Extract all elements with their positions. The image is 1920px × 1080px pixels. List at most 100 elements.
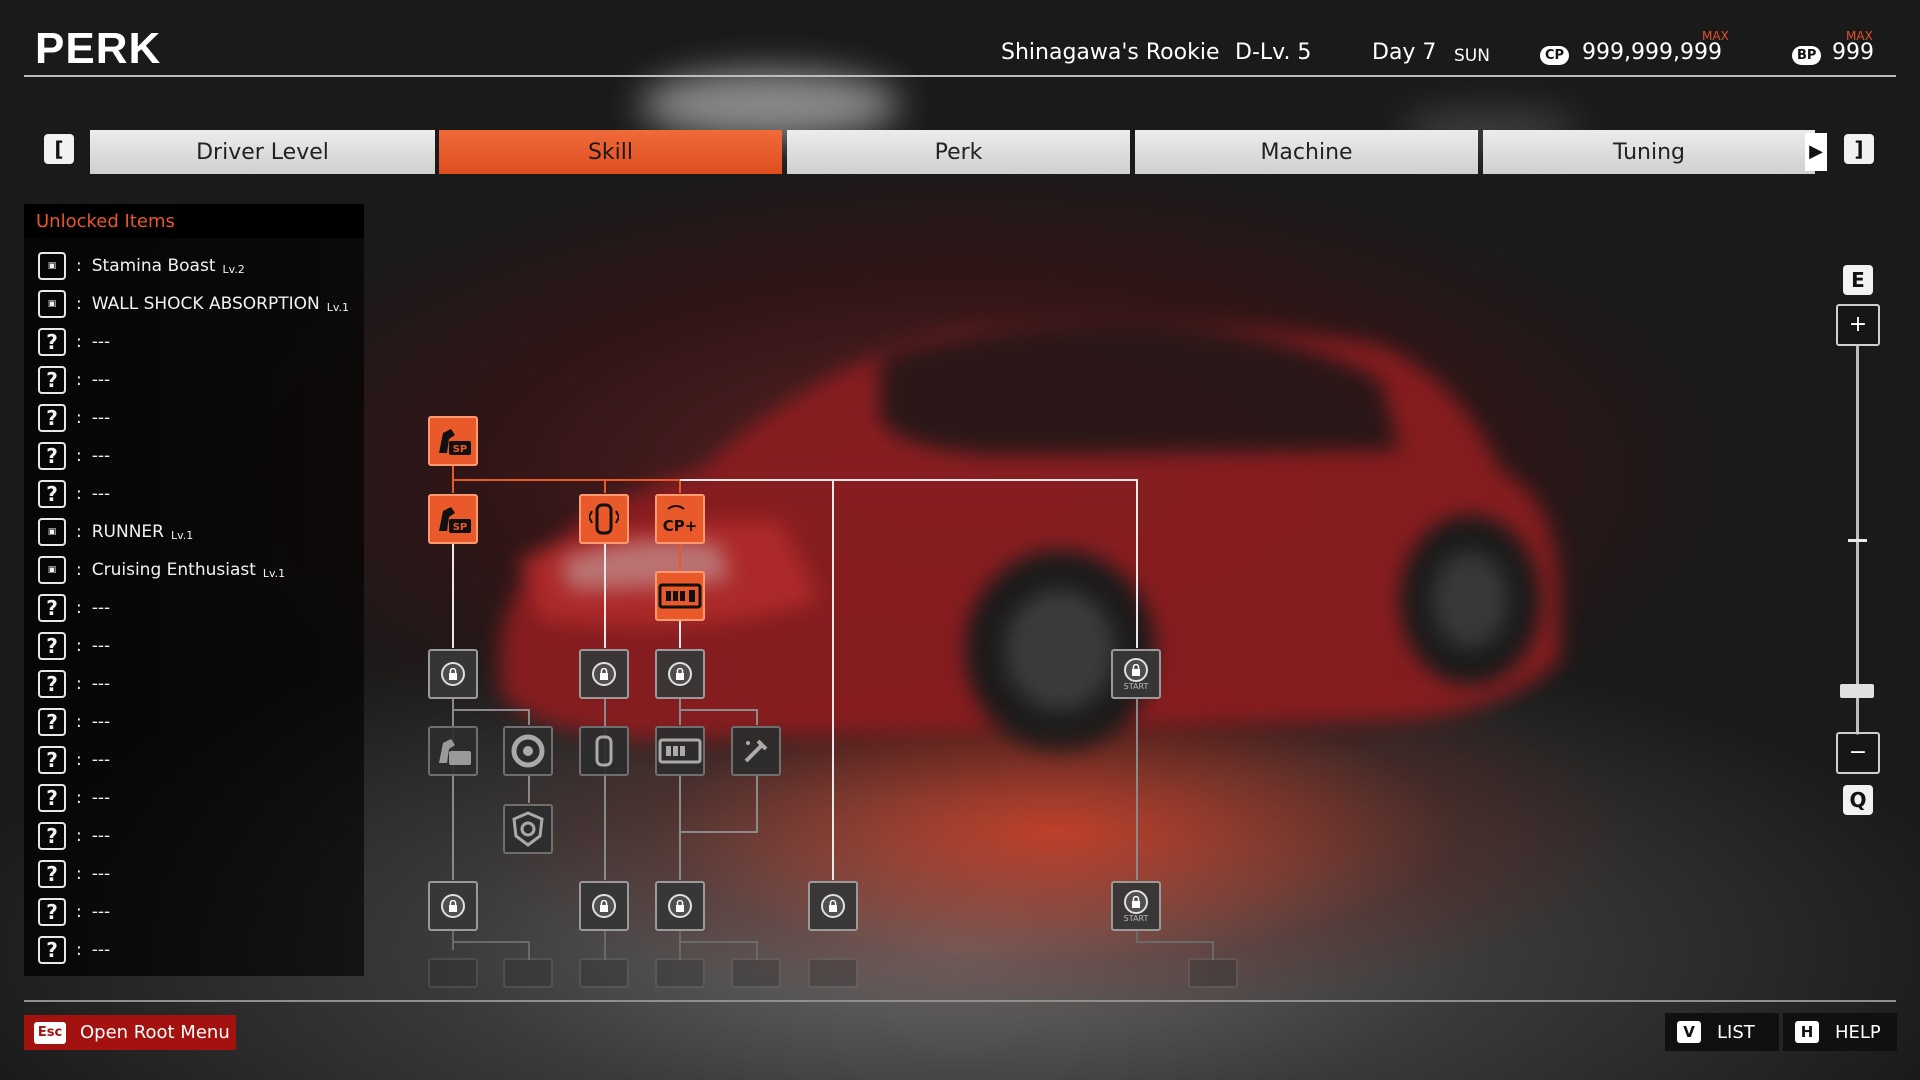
unlocked-item[interactable]: ?: --- — [38, 784, 358, 812]
unlocked-item[interactable]: ▣: Cruising Enthusiast Lv.1 — [38, 556, 358, 584]
tab-skill[interactable]: Skill — [439, 130, 782, 174]
skill-node-locked-shock[interactable] — [579, 649, 629, 699]
car-shock-icon — [589, 503, 619, 535]
zoom-out-button[interactable]: − — [1836, 732, 1880, 774]
help-label: HELP — [1835, 1021, 1881, 1043]
skill-node-stamina-sp[interactable]: SP — [428, 494, 478, 544]
item-separator: : — [76, 484, 82, 504]
item-separator: : — [76, 712, 82, 732]
weekday: SUN — [1454, 46, 1490, 66]
question-icon: ? — [38, 898, 66, 926]
cp-max-label: MAX — [1702, 29, 1729, 43]
sp-label: SP — [453, 522, 468, 533]
question-icon: ? — [38, 746, 66, 774]
question-icon: ? — [38, 936, 66, 964]
unlocked-item[interactable]: ▣: RUNNER Lv.1 — [38, 518, 358, 546]
tab-driver-level[interactable]: Driver Level — [90, 130, 435, 174]
skill-node-locked-stamina[interactable] — [428, 649, 478, 699]
unlocked-item[interactable]: ?: --- — [38, 708, 358, 736]
skill-node-shield-preview[interactable] — [503, 804, 553, 854]
unlocked-item[interactable]: ?: --- — [38, 822, 358, 850]
lock-icon — [592, 894, 616, 918]
skill-node-faded — [428, 958, 478, 988]
skill-node-locked-cp[interactable] — [655, 649, 705, 699]
unlocked-item[interactable]: ▣: Stamina Boast Lv.2 — [38, 252, 358, 280]
unlocked-item-name: --- — [91, 484, 111, 504]
cp-value: 999,999,999 — [1582, 40, 1722, 65]
unlocked-item-name: --- — [91, 636, 111, 656]
skill-node-faded — [808, 958, 858, 988]
skill-node-locked-r4-2[interactable] — [579, 881, 629, 931]
skill-node-wall-shock[interactable] — [579, 494, 629, 544]
unlocked-item-name: --- — [91, 446, 111, 466]
unlocked-item-name: --- — [91, 674, 111, 694]
unlocked-items-panel: Unlocked Items ▣: Stamina Boast Lv.2 ▣: WALL… — [24, 204, 364, 976]
question-icon: ? — [38, 442, 66, 470]
next-tab-key[interactable]: ] — [1844, 134, 1874, 164]
unlocked-item[interactable]: ?: --- — [38, 366, 358, 394]
skill-node-shock-preview[interactable] — [579, 726, 629, 776]
skill-node-stamina-preview[interactable] — [428, 726, 478, 776]
zoom-in-button[interactable]: + — [1836, 304, 1880, 346]
stamina-sp-icon — [439, 739, 471, 765]
open-root-menu-button[interactable]: Esc Open Root Menu — [24, 1015, 236, 1050]
skill-node-faded — [503, 958, 553, 988]
lock-icon — [441, 662, 465, 686]
stamina-sp-icon: SP — [439, 507, 471, 533]
unlocked-item[interactable]: ?: --- — [38, 480, 358, 508]
open-root-menu-label: Open Root Menu — [80, 1022, 230, 1043]
skill-node-locked-r4-1[interactable] — [428, 881, 478, 931]
cp-plus-icon: CP+ — [663, 505, 697, 535]
skill-node-odometer-preview[interactable] — [655, 726, 705, 776]
tab-bar: Driver Level Skill Perk Machine Tuning — [90, 130, 1830, 174]
item-separator: : — [76, 294, 82, 314]
zoom-in-key[interactable]: E — [1843, 265, 1873, 295]
skill-node-cruising-cp[interactable]: CP+ — [655, 494, 705, 544]
skill-node-locked-start[interactable]: START — [1111, 649, 1161, 699]
question-icon: ? — [38, 632, 66, 660]
unlocked-item[interactable]: ?: --- — [38, 404, 358, 432]
unlocked-item[interactable]: ▣: WALL SHOCK ABSORPTION Lv.1 — [38, 290, 358, 318]
zoom-out-key[interactable]: Q — [1843, 785, 1873, 815]
unlocked-item[interactable]: ?: --- — [38, 632, 358, 660]
day-counter: Day 7 — [1372, 40, 1437, 65]
tab-tuning[interactable]: Tuning — [1483, 130, 1815, 174]
next-tab-arrow-icon[interactable]: ▶ — [1805, 133, 1827, 171]
item-separator: : — [76, 560, 82, 580]
skill-node-stamina-sp-root[interactable]: SP — [428, 416, 478, 466]
unlocked-item-name: --- — [91, 598, 111, 618]
unlocked-item[interactable]: ?: --- — [38, 328, 358, 356]
item-separator: : — [76, 902, 82, 922]
skill-node-locked-r4-start[interactable]: START — [1111, 881, 1161, 931]
zoom-slider-handle[interactable] — [1840, 683, 1874, 698]
lock-icon — [441, 894, 465, 918]
skill-node-locked-r4-4[interactable] — [808, 881, 858, 931]
lock-icon — [1124, 657, 1148, 682]
unlocked-item-name: --- — [91, 370, 111, 390]
prev-tab-key[interactable]: [ — [44, 134, 74, 164]
skill-node-locked-r4-3[interactable] — [655, 881, 705, 931]
unlocked-item[interactable]: ?: --- — [38, 442, 358, 470]
footer-divider — [24, 1000, 1896, 1002]
lock-icon — [821, 894, 845, 918]
unlocked-item[interactable]: ?: --- — [38, 594, 358, 622]
help-button[interactable]: H HELP — [1783, 1013, 1897, 1051]
skill-node-tire-preview[interactable] — [503, 726, 553, 776]
unlocked-item[interactable]: ?: --- — [38, 746, 358, 774]
list-button[interactable]: V LIST — [1665, 1013, 1779, 1051]
unlocked-item-level: Lv.2 — [222, 262, 245, 276]
driver-level: D-Lv. 5 — [1235, 40, 1312, 65]
unlocked-item[interactable]: ?: --- — [38, 936, 358, 964]
unlocked-item-name: WALL SHOCK ABSORPTION — [91, 294, 320, 314]
unlocked-item[interactable]: ?: --- — [38, 860, 358, 888]
unlocked-item[interactable]: ?: --- — [38, 670, 358, 698]
unlocked-item-name: --- — [91, 408, 111, 428]
skill-node-runner[interactable] — [655, 571, 705, 621]
tab-perk[interactable]: Perk — [787, 130, 1130, 174]
question-icon: ? — [38, 784, 66, 812]
start-label: START — [1123, 913, 1149, 923]
tab-machine[interactable]: Machine — [1135, 130, 1478, 174]
odometer-icon — [658, 738, 702, 764]
skill-node-wrench-preview[interactable] — [731, 726, 781, 776]
unlocked-item[interactable]: ?: --- — [38, 898, 358, 926]
